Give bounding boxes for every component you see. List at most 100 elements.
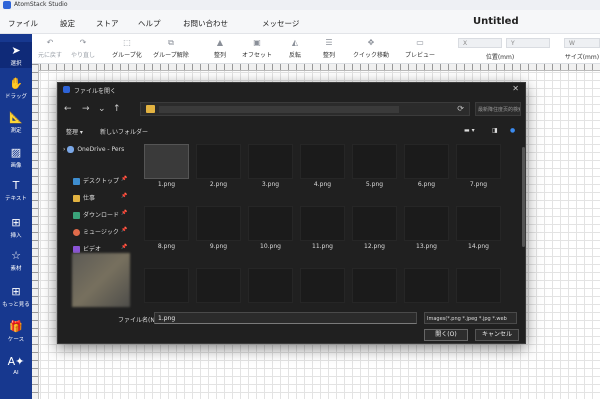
nav-desktop[interactable]: デスクトップ 📌 <box>73 176 127 185</box>
file-tile[interactable] <box>299 268 346 312</box>
video-icon <box>73 246 80 253</box>
file-tile[interactable]: 3.png <box>247 144 294 188</box>
tool-insert[interactable]: ⊞ 挿入 <box>0 217 32 240</box>
ungroup-button[interactable]: ⧉ グループ解除 <box>150 38 192 59</box>
y-field[interactable]: Y <box>506 38 550 48</box>
group-button[interactable]: ⬚ グループ化 <box>110 38 144 59</box>
file-tile[interactable]: 12.png <box>351 206 398 250</box>
refresh-icon[interactable]: ⟳ <box>457 104 464 113</box>
tool-case-label: ケース <box>7 337 25 343</box>
filename-input[interactable]: 1.png <box>154 312 417 324</box>
chevron-down-icon[interactable]: ⌄ <box>98 104 106 114</box>
back-icon[interactable]: ← <box>64 104 72 114</box>
nav-work[interactable]: 仕事 📌 <box>73 193 127 202</box>
pin-icon: 📌 <box>121 244 128 250</box>
address-bar[interactable]: ⟳ <box>140 102 470 116</box>
arrange-label: 整列 <box>213 52 226 59</box>
file-thumbnail <box>196 268 241 303</box>
gift-icon: 🎁 <box>9 320 23 333</box>
file-tile[interactable] <box>247 268 294 312</box>
file-tile[interactable]: 13.png <box>403 206 450 250</box>
menu-contact[interactable]: お問い合わせ <box>183 18 228 29</box>
file-thumbnail <box>404 268 449 303</box>
nav-downloads[interactable]: ダウンロード 📌 <box>73 210 127 219</box>
help-icon[interactable]: ● <box>510 127 515 134</box>
file-tile[interactable]: 14.png <box>455 206 502 250</box>
file-tile[interactable]: 10.png <box>247 206 294 250</box>
menu-store[interactable]: ストア <box>96 18 119 29</box>
file-tile[interactable] <box>403 268 450 312</box>
toolbar: ↶ 元に戻す ↷ やり直し ⬚ グループ化 ⧉ グループ解除 ▲ 整列 ▣ オフセット ◭ 反… <box>32 34 600 64</box>
file-name: 14.png <box>468 243 489 250</box>
file-tile[interactable] <box>455 268 502 312</box>
quick-move-label: クイック移動 <box>352 52 389 59</box>
file-thumbnail <box>456 206 501 241</box>
undo-button[interactable]: ↶ 元に戻す <box>37 38 63 59</box>
nav-videos[interactable]: ビデオ 📌 <box>73 244 127 253</box>
w-field[interactable]: W <box>564 38 600 48</box>
arrange-button[interactable]: ▲ 整列 <box>210 38 230 59</box>
tool-image[interactable]: ▨ 画像 <box>0 147 32 170</box>
x-field[interactable]: X <box>458 38 502 48</box>
file-tile[interactable]: 9.png <box>195 206 242 250</box>
tool-select[interactable]: ➤ 選択 <box>0 42 32 68</box>
tool-more[interactable]: ⊞ もっと見る <box>0 286 32 309</box>
nav-music[interactable]: ミュージック 📌 <box>73 227 127 236</box>
new-folder-button[interactable]: 新しいフォルダー <box>100 127 148 136</box>
file-tile[interactable]: 7.png <box>455 144 502 188</box>
folder-icon <box>146 105 155 113</box>
quick-move-button[interactable]: ✥ クイック移動 <box>350 38 392 59</box>
undo-label: 元に戻す <box>37 52 62 59</box>
vertical-scrollbar[interactable] <box>522 147 525 247</box>
redo-button[interactable]: ↷ やり直し <box>68 38 98 59</box>
tool-sidebar: ➤ 選択 ✋ ドラッグ 📐 測定 ▨ 画像 T テキスト ⊞ 挿入 ☆ 素材 ⊞ もっと見る 🎁… <box>0 34 32 399</box>
file-tile[interactable]: 8.png <box>143 206 190 250</box>
w-label: W <box>569 40 575 47</box>
tool-ai[interactable]: A✦ AI <box>0 356 32 377</box>
view-icon[interactable]: ▬ ▾ <box>464 127 475 134</box>
offset-button[interactable]: ▣ オフセット <box>239 38 275 59</box>
tool-case[interactable]: 🎁 ケース <box>0 320 32 344</box>
preview-pane-icon[interactable]: ◨ <box>492 127 498 134</box>
flip-button[interactable]: ◭ 反転 <box>285 38 305 59</box>
file-tile[interactable]: 4.png <box>299 144 346 188</box>
tool-drag[interactable]: ✋ ドラッグ <box>0 78 32 101</box>
nav-onedrive[interactable]: › OneDrive - Pers <box>63 146 124 153</box>
file-tile[interactable]: 5.png <box>351 144 398 188</box>
organize-button[interactable]: 整理 ▾ <box>66 127 83 136</box>
dialog-title: ファイルを開く <box>74 88 117 95</box>
file-tile[interactable]: 2.png <box>195 144 242 188</box>
tool-text[interactable]: T テキスト <box>0 180 32 203</box>
file-tile[interactable]: 1.png <box>143 144 190 188</box>
forward-icon[interactable]: → <box>82 104 90 114</box>
menu-file[interactable]: ファイル <box>8 18 38 29</box>
tool-material[interactable]: ☆ 素材 <box>0 250 32 273</box>
file-thumbnail <box>456 144 501 179</box>
file-tile[interactable] <box>143 268 190 312</box>
file-thumbnail <box>456 268 501 303</box>
file-thumbnail <box>196 206 241 241</box>
preview-button[interactable]: ▭ プレビュー <box>404 38 436 59</box>
nav-work-label: 仕事 <box>83 195 96 202</box>
menu-messages[interactable]: メッセージ <box>262 18 299 29</box>
file-thumbnail <box>352 144 397 179</box>
close-icon[interactable]: ✕ <box>512 84 519 93</box>
file-tile[interactable] <box>195 268 242 312</box>
file-tile[interactable]: 6.png <box>403 144 450 188</box>
tool-insert-label: 挿入 <box>10 233 22 239</box>
align-button[interactable]: ☰ 整列 <box>319 38 339 59</box>
file-tile[interactable]: 11.png <box>299 206 346 250</box>
nav-desktop-label: デスクトップ <box>83 178 120 185</box>
cancel-button[interactable]: キャンセル <box>475 329 519 341</box>
flip-label: 反転 <box>288 52 301 59</box>
up-icon[interactable]: ↑ <box>113 104 121 114</box>
open-button[interactable]: 開く(O) <box>424 329 468 341</box>
menu-help[interactable]: ヘルプ <box>138 18 161 29</box>
tool-image-label: 画像 <box>10 163 22 169</box>
tool-measure[interactable]: 📐 測定 <box>0 112 32 135</box>
menu-settings[interactable]: 設定 <box>60 18 75 29</box>
search-input[interactable]: 最新降住度页的検索 <box>475 102 521 116</box>
filetype-select[interactable]: Images(*.png *.jpeg *.jpg *.web <box>424 312 517 324</box>
file-tile[interactable] <box>351 268 398 312</box>
file-thumbnail <box>404 206 449 241</box>
